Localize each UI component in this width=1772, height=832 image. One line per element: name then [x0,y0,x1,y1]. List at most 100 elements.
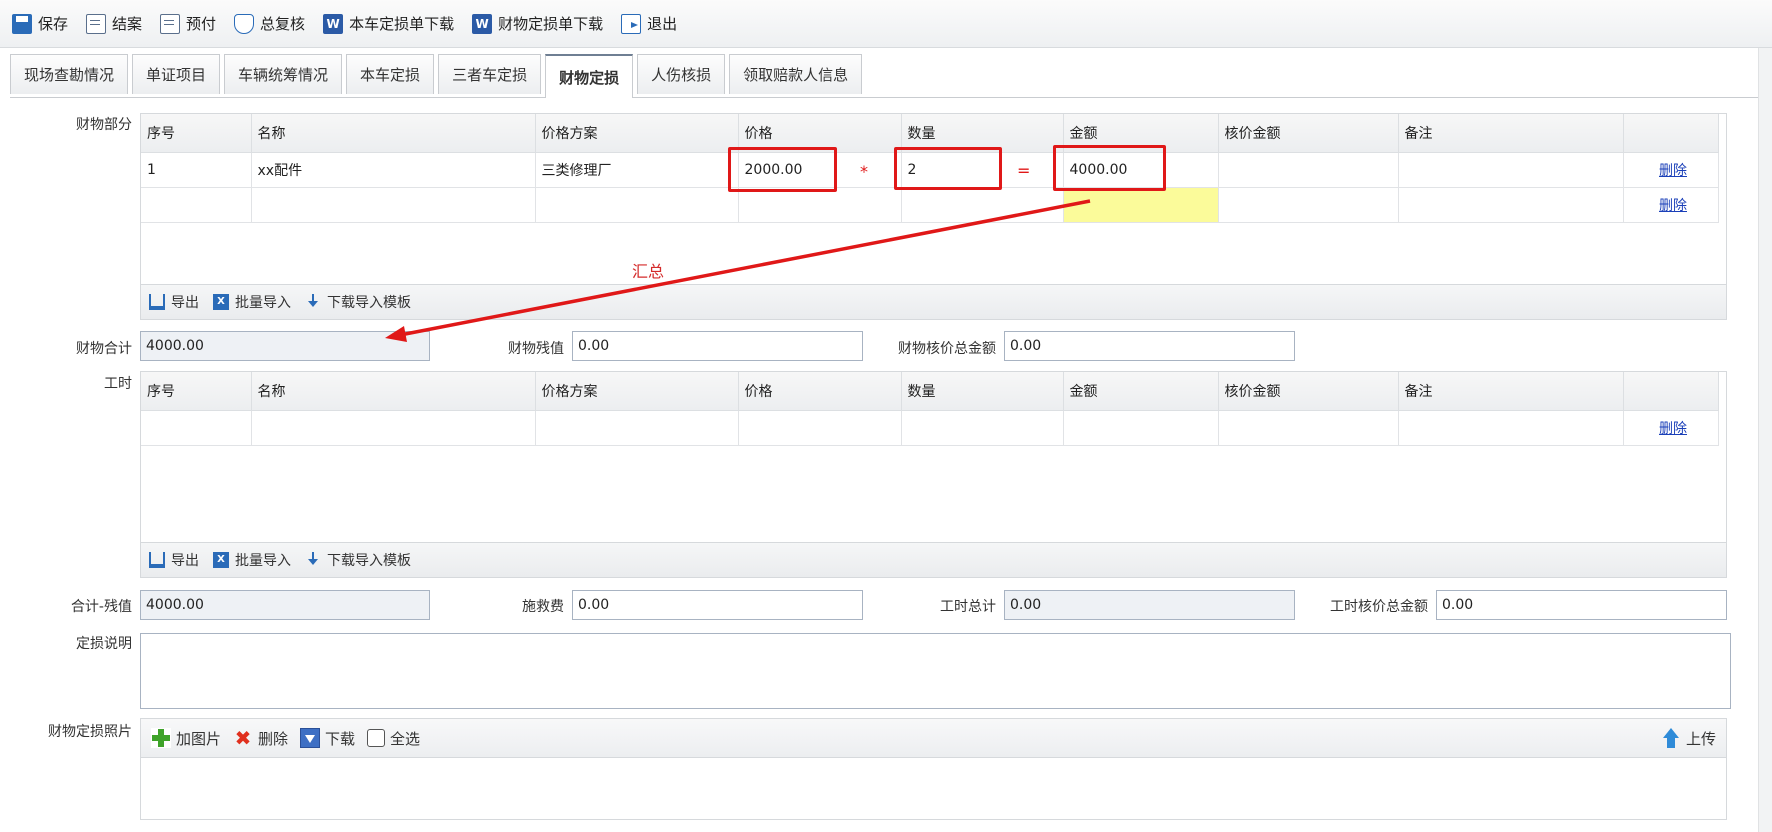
column-header[interactable]: 序号 [141,372,252,411]
toolbar-button-2[interactable]: 预付 [160,13,216,34]
assessment-note-textarea[interactable] [140,633,1731,709]
column-header[interactable]: 金额 [1063,372,1219,411]
word-icon: W [323,13,344,34]
delete-row-link[interactable]: 删除 [1659,421,1687,437]
column-header[interactable]: 名称 [251,114,536,153]
cell-verified[interactable] [1218,152,1399,188]
cell-qty[interactable] [901,410,1064,446]
cell-qty[interactable] [901,187,1064,223]
labor-total-label: 工时总计 [940,599,996,615]
column-header[interactable]: 价格方案 [535,372,739,411]
property-grid-toolbar: 导出 X 批量导入 下载导入模板 [140,284,1727,320]
column-header[interactable]: 价格 [738,372,902,411]
tab-4[interactable]: 三者车定损 [438,54,542,94]
table-row[interactable]: 删除 [141,187,1719,223]
labor-download-template-button[interactable]: 下载导入模板 [305,550,411,570]
cell-verified[interactable] [1218,187,1399,223]
column-header[interactable]: 核价金额 [1218,114,1399,153]
plus-icon [151,728,171,748]
column-header[interactable]: 备注 [1398,372,1624,411]
toolbar-button-1[interactable]: 结案 [86,13,142,34]
property-download-template-button[interactable]: 下载导入模板 [305,292,411,312]
tab-bar: 现场查勘情况 单证项目 车辆统筹情况 本车定损 三者车定损 财物定损 人伤核损 领取赔款人信息 [10,52,1758,98]
tab-6[interactable]: 人伤核损 [637,54,726,94]
column-header[interactable] [1623,114,1719,153]
column-header[interactable]: 核价金额 [1218,372,1399,411]
toolbar-button-5[interactable]: W 财物定损单下载 [472,13,603,34]
save-icon [12,13,32,34]
cell-plan[interactable] [535,187,739,223]
cell-name[interactable] [251,187,536,223]
add-photo-button[interactable]: 加图片 [151,728,221,749]
cell-verified[interactable] [1218,410,1399,446]
column-header[interactable]: 数量 [901,372,1064,411]
tab-1[interactable]: 单证项目 [132,54,221,94]
property-residual-field[interactable] [572,331,863,361]
labor-grid-toolbar: 导出 X 批量导入 下载导入模板 [140,542,1727,578]
cell-amount[interactable] [1063,410,1219,446]
property-verified-total-field[interactable] [1004,331,1295,361]
toolbar-button-3[interactable]: 总复核 [234,13,305,34]
property-batch-import-button[interactable]: X 批量导入 [213,292,291,312]
cell-note[interactable] [1398,152,1624,188]
property-total-label: 财物合计 [76,341,132,357]
column-header[interactable]: 序号 [141,114,252,153]
delete-row-link[interactable]: 删除 [1659,163,1687,179]
toolbar-button-6[interactable]: 退出 [621,13,677,34]
cell-price[interactable] [738,410,902,446]
net-total-label: 合计-残值 [70,599,132,615]
labor-section-label: 工时 [104,376,132,392]
checkbox-icon[interactable] [367,729,386,747]
tab-2[interactable]: 车辆统筹情况 [224,54,343,94]
cell-amount[interactable] [1063,187,1219,223]
column-header[interactable]: 价格方案 [535,114,739,153]
cell-name[interactable] [251,410,536,446]
cell-plan[interactable] [535,410,739,446]
photos-toolbar: 加图片 ✖ 删除 下载 全选 上传 [140,718,1727,758]
cell-delete[interactable]: 删除 [1623,152,1719,188]
select-all-checkbox[interactable]: 全选 [367,728,420,749]
labor-batch-import-button[interactable]: X 批量导入 [213,550,291,570]
column-header[interactable]: 名称 [251,372,536,411]
tab-7[interactable]: 领取赔款人信息 [729,54,863,94]
cell-price[interactable] [738,187,902,223]
exit-icon [621,13,642,34]
delete-row-link[interactable]: 删除 [1659,198,1687,214]
labor-export-button[interactable]: 导出 [149,550,199,570]
labor-verified-total-field[interactable] [1436,590,1727,620]
vertical-scrollbar[interactable] [1758,48,1772,832]
export-icon [149,552,165,568]
toolbar-button-4[interactable]: W 本车定损单下载 [323,13,454,34]
toolbar-button-0[interactable]: 保存 [12,13,68,34]
toolbar: 保存 结案 预付 总复核 W 本车定损单下载 W 财物定损单下载 退出 [0,0,1772,48]
shield-icon [234,13,255,34]
tab-5[interactable]: 财物定损 [545,54,634,98]
cell-note[interactable] [1398,187,1624,223]
document-icon [160,13,181,34]
tab-3[interactable]: 本车定损 [346,54,435,94]
column-header[interactable] [1623,372,1719,411]
excel-icon: X [213,294,229,310]
column-header[interactable]: 备注 [1398,114,1624,153]
cell-name[interactable]: xx配件 [251,152,536,188]
cell-delete[interactable]: 删除 [1623,410,1719,446]
table-row[interactable]: 删除 [141,410,1719,446]
download-photo-button[interactable]: 下载 [300,728,355,749]
tab-0[interactable]: 现场查勘情况 [10,54,129,94]
labor-total-field[interactable] [1004,590,1295,620]
delete-photo-button[interactable]: ✖ 删除 [233,728,288,749]
word-icon: W [472,13,493,34]
rescue-fee-field[interactable] [572,590,863,620]
cell-seq[interactable]: 1 [141,152,252,188]
upload-arrow-icon [1662,728,1680,748]
document-icon [86,13,107,34]
cell-plan[interactable]: 三类修理厂 [535,152,739,188]
cell-seq[interactable] [141,187,252,223]
cell-note[interactable] [1398,410,1624,446]
net-total-field[interactable] [140,590,430,620]
property-export-button[interactable]: 导出 [149,292,199,312]
upload-button[interactable]: 上传 [1662,728,1716,749]
cell-seq[interactable] [141,410,252,446]
property-total-field[interactable] [140,331,430,361]
cell-delete[interactable]: 删除 [1623,187,1719,223]
